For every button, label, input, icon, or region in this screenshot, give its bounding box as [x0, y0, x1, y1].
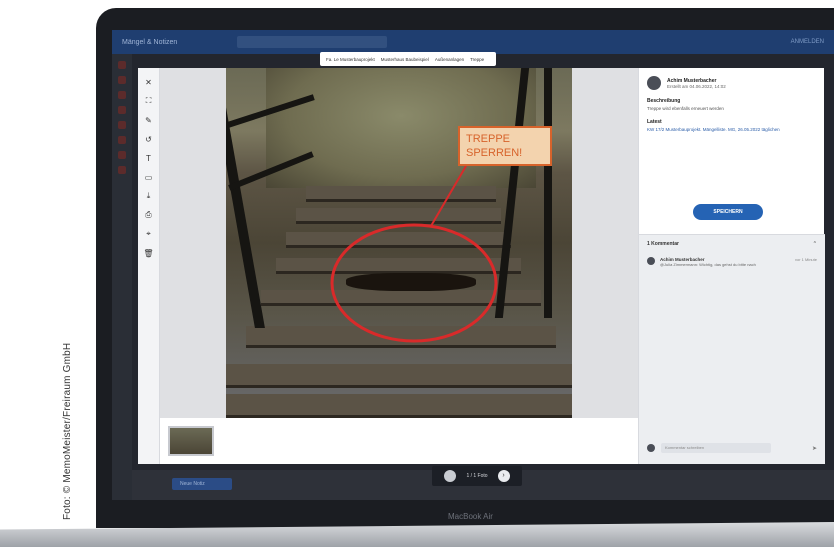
sidebar-item[interactable] — [118, 136, 126, 144]
annotation-arrow — [430, 165, 467, 227]
app-topbar: Mängel & Notizen ANMELDEN — [112, 30, 834, 54]
sidebar-item[interactable] — [118, 91, 126, 99]
shape-icon[interactable]: ▭ — [144, 172, 154, 182]
breadcrumb-item[interactable]: Musterhaus Baubeispiel — [381, 57, 429, 62]
avatar — [647, 257, 655, 265]
sidebar-item[interactable] — [118, 106, 126, 114]
pager-label: 1 / 1 Foto — [466, 473, 488, 479]
breadcrumb-item[interactable]: Außenanlagen — [435, 57, 464, 62]
close-icon[interactable]: ✕ — [144, 77, 154, 87]
breadcrumb: Fa. Le Musterbauprojekt Musterhaus Baube… — [320, 52, 497, 66]
detail-panel: Achim Musterbacher Erstellt am 04.06.202… — [638, 68, 825, 464]
comment-item: Achim Musterbacher @Julia Zimmermann: Wi… — [639, 253, 825, 271]
comments-section: 1 Kommentar ⌃ Achim Musterbacher @Julia … — [639, 234, 825, 464]
comments-count: 1 Kommentar — [647, 241, 679, 247]
download-icon[interactable]: ⤓ — [144, 191, 154, 201]
annotation-overlay — [330, 165, 498, 343]
avatar — [647, 76, 661, 90]
created-date: Erstellt am 04.06.2022, 14:02 — [667, 83, 726, 89]
sidebar-item[interactable] — [118, 166, 126, 174]
avatar — [647, 444, 655, 452]
pencil-icon[interactable]: ✎ — [144, 115, 154, 125]
print-icon[interactable]: ⎙ — [144, 210, 154, 220]
undo-icon[interactable]: ↺ — [144, 134, 154, 144]
photo-pager: 1 / 1 Foto › — [432, 466, 522, 486]
previous-button[interactable] — [444, 470, 457, 482]
callout-line-1: TREPPE — [466, 133, 511, 145]
device-label: MacBook Air — [448, 512, 493, 521]
description-label: Beschreibung — [647, 98, 681, 104]
laptop-screen: Mängel & Notizen ANMELDEN Neue Notiz ✕ ⛶… — [112, 30, 834, 500]
callout-line-2: SPERREN! — [466, 147, 523, 159]
annotation-toolbar: ✕ ⛶ ✎ ↺ T ▭ ⤓ ⎙ ⌖ 🗑 — [138, 68, 160, 464]
comments-header[interactable]: 1 Kommentar ⌃ — [639, 235, 825, 253]
thumbnail-strip — [160, 418, 638, 464]
photo-credit: Foto: © MemoMeister/Freiraum GmbH — [62, 342, 73, 520]
annotation-callout[interactable]: TREPPE SPERREN! — [458, 126, 552, 166]
deadline-link[interactable]: KW 17/2 Musterbauprojekt. Mängelliste. M… — [639, 127, 824, 136]
login-link[interactable]: ANMELDEN — [791, 39, 824, 45]
next-button[interactable]: › — [497, 470, 510, 482]
photo-viewer-modal: ✕ ⛶ ✎ ↺ T ▭ ⤓ ⎙ ⌖ 🗑 TREPPE SPERREN! Achi… — [138, 68, 825, 464]
delete-icon[interactable]: 🗑 — [143, 248, 153, 258]
fullscreen-icon[interactable]: ⛶ — [144, 96, 154, 106]
author-row: Achim Musterbacher Erstellt am 04.06.202… — [639, 68, 824, 94]
app-title: Mängel & Notizen — [122, 38, 178, 46]
save-button[interactable]: SPEICHERN — [693, 204, 763, 220]
deadline-label: Latest — [647, 119, 662, 125]
sidebar-item[interactable] — [118, 151, 126, 159]
sidebar-item[interactable] — [118, 76, 126, 84]
breadcrumb-item[interactable]: Treppe — [470, 57, 484, 62]
comment-time: vor 1 Minute — [794, 257, 817, 262]
comment-input-row: Kommentar schreiben ➤ — [647, 441, 817, 455]
send-icon[interactable]: ➤ — [812, 445, 817, 452]
breadcrumb-item[interactable]: Fa. Le Musterbauprojekt — [326, 57, 375, 62]
description-text[interactable]: Treppe wird ebenfalls erneuert werden — [639, 106, 824, 115]
photo-area: TREPPE SPERREN! — [160, 68, 638, 418]
comment-input[interactable]: Kommentar schreiben — [661, 443, 771, 453]
sidebar-item[interactable] — [118, 61, 126, 69]
app-sidebar — [112, 54, 132, 500]
search-input[interactable] — [237, 36, 388, 48]
sidebar-item[interactable] — [118, 121, 126, 129]
comment-text: @Julia Zimmermann: Wichtig, das gehst du… — [660, 262, 756, 267]
location-pin-icon[interactable]: ⌖ — [144, 229, 154, 239]
photo-thumbnail[interactable] — [168, 426, 214, 456]
annotated-photo[interactable]: TREPPE SPERREN! — [226, 68, 572, 418]
annotation-ellipse — [330, 223, 498, 343]
text-icon[interactable]: T — [144, 153, 154, 163]
chevron-up-icon[interactable]: ⌃ — [813, 241, 817, 247]
new-note-button[interactable]: Neue Notiz — [172, 478, 232, 490]
